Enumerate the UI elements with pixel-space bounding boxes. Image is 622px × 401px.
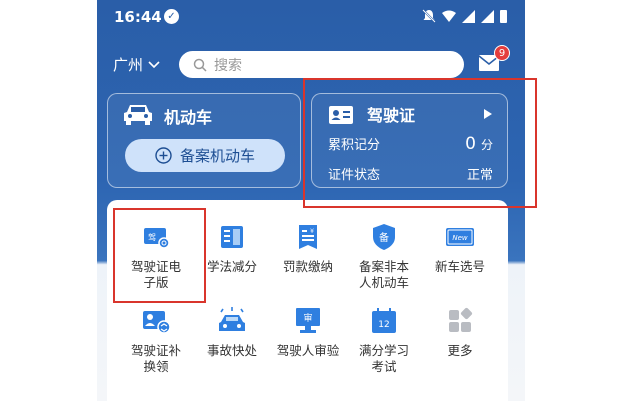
service-label: 满分学习 [358,343,409,358]
service-review[interactable]: 审 驾驶人审验 [270,306,346,359]
service-fine[interactable]: ¥ 罚款缴纳 [270,222,346,275]
search-input[interactable]: 搜索 [179,51,464,78]
review-char: 审 [303,312,312,324]
search-icon [193,58,207,72]
annotation-box-license-card [303,78,537,208]
service-label: 备案非本 [358,259,409,274]
system-icons [422,9,507,23]
service-register-other[interactable]: 备 备案非本 人机动车 [346,222,422,291]
calendar-day: 12 [378,320,389,330]
service-label: 事故快处 [206,343,257,358]
svg-text:¥: ¥ [310,228,314,235]
car-icon [124,105,152,125]
service-label-line2: 换领 [143,359,169,374]
vehicle-card[interactable]: 机动车 备案机动车 [107,93,301,188]
city-selector[interactable]: 广州 [113,54,161,75]
wifi-icon [442,10,456,22]
status-time: 16:44 [114,8,162,26]
shield-bei-icon: 备 [373,224,395,250]
service-label: 驾驶人审验 [276,343,340,358]
register-vehicle-button[interactable]: 备案机动车 [125,139,285,172]
plus-circle-icon [155,147,172,164]
signal-icon [462,9,475,23]
new-plate-icon: New [446,228,474,246]
service-accident[interactable]: 事故快处 [194,306,270,359]
register-vehicle-label: 备案机动车 [179,147,255,165]
city-label: 广州 [113,56,144,74]
accident-icon [219,307,245,331]
service-label: 罚款缴纳 [282,259,333,274]
annotation-box-license-e [113,208,206,303]
search-placeholder: 搜索 [214,57,242,74]
mail-badge: 9 [494,45,510,61]
chevron-down-icon [148,60,160,68]
battery-icon [500,9,507,23]
plate-new-text: New [452,234,468,242]
fine-icon: ¥ [299,225,317,249]
service-license-renew[interactable]: 驾驶证补 换领 [118,306,194,375]
service-label: 驾驶证补 [130,343,181,358]
signal-icon-2 [481,9,494,23]
service-label-line2: 人机动车 [358,275,409,290]
book-icon [221,226,243,248]
vehicle-card-title: 机动车 [164,108,213,127]
service-new-plate[interactable]: New 新车选号 [422,222,498,275]
service-more[interactable]: 更多 [422,306,498,359]
service-full-score-study[interactable]: 12 满分学习 考试 [346,306,422,375]
calendar-12-icon: 12 [372,308,396,333]
license-renew-icon [143,311,171,334]
service-label: 更多 [447,343,473,358]
status-bar: 16:44 ✓ [97,0,525,34]
more-grid-icon [449,307,473,332]
review-icon: 审 [296,308,320,333]
mute-icon [422,9,436,23]
service-label: 新车选号 [434,259,485,274]
shield-char: 备 [379,231,389,244]
compass-icon: ✓ [164,9,179,24]
service-label-line2: 考试 [371,359,397,374]
